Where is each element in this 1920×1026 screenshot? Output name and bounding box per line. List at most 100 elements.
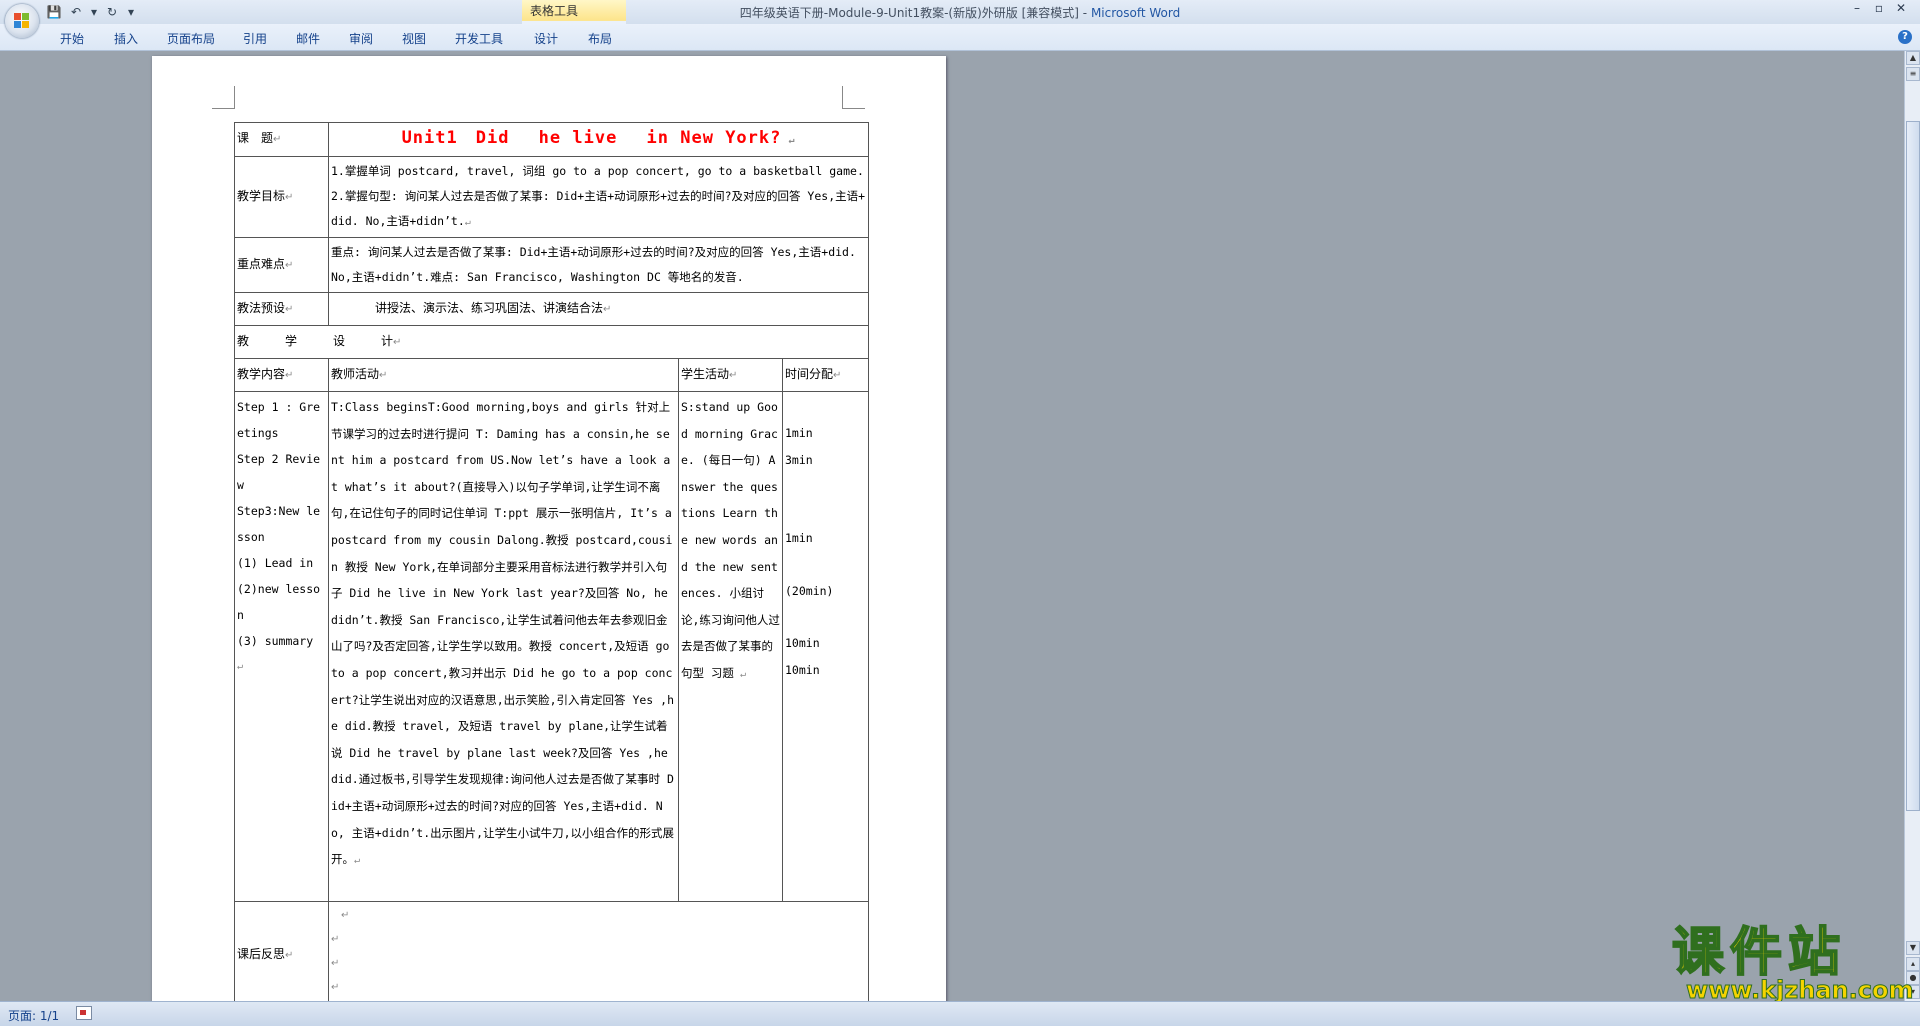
- table-row: 教法预设↵ 讲授法、演示法、练习巩固法、讲演结合法↵: [234, 292, 869, 326]
- office-button[interactable]: [5, 4, 39, 38]
- step-item: (2)new lesson: [237, 582, 321, 622]
- quick-access-toolbar: 💾 ↶ ▾ ↻ ▾: [46, 3, 136, 21]
- minimize-button[interactable]: –: [1846, 0, 1868, 18]
- margin-corner-mark: [212, 86, 235, 109]
- time-item: 10min: [785, 662, 820, 677]
- content-steps-cell[interactable]: Step 1 : Greetings Step 2 Review Step3:N…: [234, 391, 329, 902]
- tab-insert[interactable]: 插入: [114, 30, 138, 47]
- time-item: [785, 499, 866, 525]
- scroll-up-icon[interactable]: ▲: [1906, 51, 1920, 65]
- key-value-cell[interactable]: 重点: 询问某人过去是否做了某事: Did+主语+动词原形+过去的时间?及对应的…: [328, 237, 869, 293]
- key-label-cell[interactable]: 重点难点↵: [234, 237, 329, 293]
- table-row: 教 学 设 计↵: [234, 325, 869, 359]
- scroll-down-icon[interactable]: ▼: [1906, 941, 1920, 955]
- teacher-activity-text: T:Class beginsT:Good morning,boys and gi…: [331, 400, 675, 867]
- undo-icon[interactable]: ↶: [68, 4, 84, 20]
- reflection-value-cell[interactable]: ↵ ↵ ↵ ↵: [328, 901, 869, 1008]
- teacher-activity-cell[interactable]: T:Class beginsT:Good morning,boys and gi…: [328, 391, 679, 902]
- table-row: 课后反思↵ ↵ ↵ ↵ ↵: [234, 901, 869, 1008]
- tab-design[interactable]: 设计: [534, 30, 558, 47]
- student-activity-cell[interactable]: S:stand up Good morning Grace. (每日一句) An…: [678, 391, 783, 902]
- col-time-cell[interactable]: 时间分配↵: [782, 358, 869, 392]
- time-cell[interactable]: 1min 3min 1min (20min) 10min 10min: [782, 391, 869, 902]
- time-item: [785, 394, 866, 420]
- tab-developer[interactable]: 开发工具: [455, 30, 503, 47]
- document-page[interactable]: 课 题↵ Unit1 Did he live in New York? ↵ 教学…: [152, 56, 946, 1008]
- col-student-header: 学生活动: [681, 367, 730, 381]
- table-row: 重点难点↵ 重点: 询问某人过去是否做了某事: Did+主语+动词原形+过去的时…: [234, 237, 869, 293]
- customize-qat-icon[interactable]: ▾: [126, 4, 136, 20]
- design-header: 教 学 设 计: [237, 334, 394, 348]
- step-item: Step3:New lesson: [237, 504, 321, 544]
- page-count-status[interactable]: 页面: 1/1: [8, 1007, 59, 1024]
- topic-value-cell[interactable]: Unit1 Did he live in New York? ↵: [328, 122, 869, 157]
- tab-page-layout[interactable]: 页面布局: [167, 30, 215, 47]
- topic-label-cell[interactable]: 课 题↵: [234, 122, 329, 157]
- vertical-scrollbar[interactable]: ▲ ≡ ▼ ▴ ● ▾: [1904, 51, 1920, 1001]
- col-time-header: 时间分配: [785, 367, 834, 381]
- ruler-toggle-icon[interactable]: ≡: [1906, 67, 1920, 81]
- key-label: 重点难点: [237, 257, 286, 271]
- goals-value-cell[interactable]: 1.掌握单词 postcard, travel, 词组 go to a pop …: [328, 156, 869, 238]
- method-label-cell[interactable]: 教法预设↵: [234, 292, 329, 326]
- undo-dropdown-icon[interactable]: ▾: [90, 4, 98, 20]
- window-controls: – ▫ ✕: [1846, 0, 1912, 18]
- previous-page-icon[interactable]: ▴: [1906, 957, 1920, 971]
- document-area: 课 题↵ Unit1 Did he live in New York? ↵ 教学…: [0, 51, 1904, 1008]
- watermark-url: www.kjzhan.com: [1685, 976, 1914, 1004]
- step-item: (3) summary: [237, 634, 314, 648]
- window-title-document: 四年级英语下册-Module-9-Unit1教案-(新版)外研版 [兼容模式] …: [739, 6, 1091, 20]
- col-content-cell[interactable]: 教学内容↵: [234, 358, 329, 392]
- window-title: 四年级英语下册-Module-9-Unit1教案-(新版)外研版 [兼容模式] …: [0, 4, 1920, 21]
- tab-mailings[interactable]: 邮件: [296, 30, 320, 47]
- margin-corner-mark: [842, 86, 865, 109]
- tab-layout[interactable]: 布局: [588, 30, 612, 47]
- time-item: [785, 604, 866, 630]
- col-student-cell[interactable]: 学生活动↵: [678, 358, 783, 392]
- lesson-plan-table[interactable]: 课 题↵ Unit1 Did he live in New York? ↵ 教学…: [234, 122, 869, 1008]
- method-value: 讲授法、演示法、练习巩固法、讲演结合法: [375, 301, 604, 315]
- topic-label: 课 题: [237, 131, 274, 145]
- proofing-status-icon[interactable]: [76, 1006, 92, 1020]
- close-button[interactable]: ✕: [1890, 0, 1912, 18]
- col-teacher-cell[interactable]: 教师活动↵: [328, 358, 679, 392]
- step-item: Step 2 Review: [237, 452, 321, 492]
- time-item: [785, 473, 866, 499]
- help-icon[interactable]: ?: [1898, 30, 1912, 44]
- step-item: Step 1 : Greetings: [237, 400, 321, 440]
- step-item: (1) Lead in: [237, 556, 314, 570]
- time-item: 10min: [785, 636, 820, 651]
- reflection-label: 课后反思: [237, 946, 286, 961]
- restore-button[interactable]: ▫: [1868, 0, 1890, 18]
- time-item: 1min: [785, 426, 813, 440]
- status-bar: 页面: 1/1: [0, 1001, 1920, 1026]
- time-item: 1min: [785, 531, 813, 546]
- goals-line-2: 2.掌握句型: 询问某人过去是否做了某事: Did+主语+动词原形+过去的时间?…: [331, 189, 866, 228]
- goals-label-cell[interactable]: 教学目标↵: [234, 156, 329, 238]
- table-row: 教学目标↵ 1.掌握单词 postcard, travel, 词组 go to …: [234, 156, 869, 238]
- col-teacher-header: 教师活动: [331, 367, 380, 381]
- redo-icon[interactable]: ↻: [104, 4, 120, 20]
- save-icon[interactable]: 💾: [46, 4, 62, 20]
- design-header-cell[interactable]: 教 学 设 计↵: [234, 325, 869, 359]
- time-item: (20min): [785, 583, 834, 598]
- kjzhan-watermark: 课件站 www.kjzhan.com: [1668, 923, 1914, 1004]
- col-content-header: 教学内容: [237, 367, 286, 381]
- table-row: 教学内容↵ 教师活动↵ 学生活动↵ 时间分配↵: [234, 358, 869, 392]
- table-tools-label: 表格工具: [529, 4, 578, 18]
- reflection-label-cell[interactable]: 课后反思↵: [234, 901, 329, 1008]
- watermark-chinese: 课件站: [1671, 923, 1847, 983]
- key-points: 重点: 询问某人过去是否做了某事: Did+主语+动词原形+过去的时间?及对应的…: [331, 245, 856, 284]
- student-activity-text: S:stand up Good morning Grace. (每日一句) An…: [681, 400, 780, 680]
- title-bar: 四年级英语下册-Module-9-Unit1教案-(新版)外研版 [兼容模式] …: [0, 0, 1920, 24]
- tab-home[interactable]: 开始: [60, 30, 84, 47]
- tab-references[interactable]: 引用: [243, 30, 267, 47]
- ribbon-tabs: 开始 插入 页面布局 引用 邮件 审阅 视图 开发工具 设计 布局 ?: [0, 24, 1920, 51]
- tab-view[interactable]: 视图: [402, 30, 426, 47]
- method-value-cell[interactable]: 讲授法、演示法、练习巩固法、讲演结合法↵: [328, 292, 869, 326]
- lesson-title: Unit1 Did he live in New York?: [401, 128, 782, 148]
- office-logo-icon: [14, 13, 30, 29]
- tab-review[interactable]: 审阅: [349, 30, 373, 47]
- scrollbar-thumb[interactable]: [1906, 121, 1920, 811]
- method-label: 教法预设: [237, 301, 286, 315]
